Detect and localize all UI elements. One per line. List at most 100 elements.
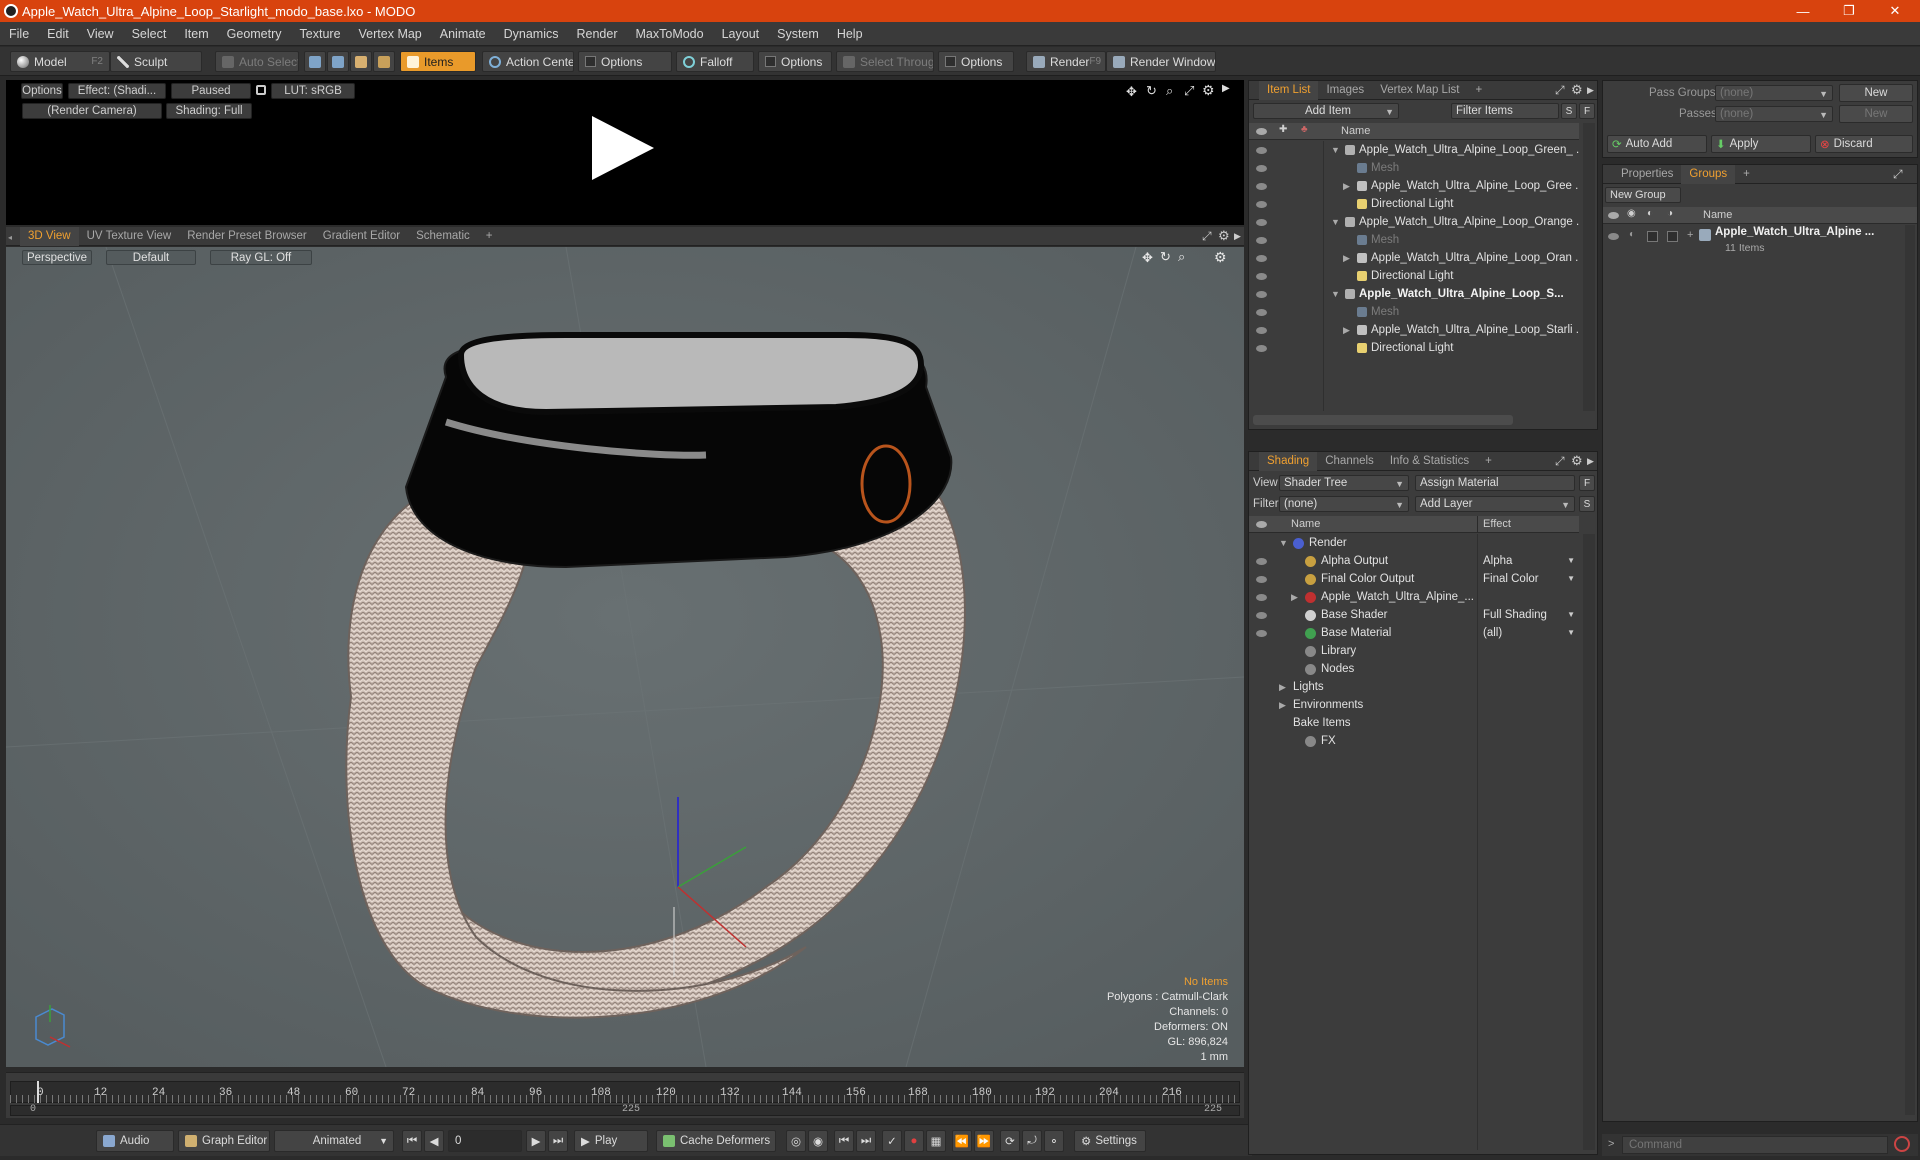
visibility-icon[interactable] — [1256, 165, 1267, 172]
shader-tree-row[interactable]: Library — [1249, 643, 1579, 661]
command-history-icon[interactable] — [1894, 1136, 1910, 1152]
key-tool-button[interactable]: ◎ — [786, 1130, 806, 1152]
shader-tree-row[interactable]: FX — [1249, 733, 1579, 751]
vp-gear-icon[interactable]: ⚙ — [1214, 249, 1227, 266]
visibility-icon[interactable] — [1256, 183, 1267, 190]
menu-layout[interactable]: Layout — [713, 27, 769, 41]
shader-tree-row[interactable]: ▶ Lights — [1249, 679, 1579, 697]
collapse-arrow-icon[interactable]: ▼ — [1279, 538, 1291, 548]
shader-tree-row[interactable]: Base Shader Full Shading ▼ — [1249, 607, 1579, 625]
visibility-icon[interactable] — [1256, 273, 1267, 280]
visibility-icon[interactable] — [1256, 291, 1267, 298]
effect-dropdown[interactable]: Effect: (Shadi... — [68, 83, 166, 99]
item-list-row[interactable]: Mesh — [1249, 160, 1579, 178]
effect-dropdown[interactable]: Final Color ▼ — [1483, 573, 1577, 585]
3d-viewport[interactable]: Perspective Default Ray GL: Off ✥ ↻ ⌕ ⚙ … — [6, 247, 1244, 1067]
vp-zoom-icon[interactable]: ⌕ — [1178, 249, 1185, 265]
key-auto-button[interactable]: ◉ — [808, 1130, 828, 1152]
audio-button[interactable]: Audio — [96, 1130, 174, 1152]
options-checkbox[interactable] — [585, 56, 596, 67]
falloff-options-button[interactable]: Options — [758, 51, 832, 72]
fit-icon[interactable]: ⤢ — [1184, 83, 1194, 99]
gear-icon[interactable]: ⚙ — [1202, 82, 1215, 99]
shader-tree-row[interactable]: Alpha Output Alpha ▼ — [1249, 553, 1579, 571]
shading-s-button[interactable]: S — [1579, 496, 1595, 512]
effect-dropdown[interactable]: Full Shading ▼ — [1483, 609, 1577, 621]
tab-uv-texture-view[interactable]: UV Texture View — [79, 227, 180, 246]
paused-toggle[interactable]: Paused — [171, 83, 251, 99]
prev-frame-button[interactable]: ◀ — [424, 1130, 444, 1152]
visibility-icon[interactable] — [1256, 327, 1267, 334]
groups-scrollbar[interactable] — [1905, 225, 1915, 1115]
search-s-button[interactable]: S — [1561, 103, 1577, 119]
add-layer-dropdown[interactable]: Add Layer ▼ — [1415, 496, 1575, 512]
select-through-options-button[interactable]: Options — [938, 51, 1014, 72]
maximize-panel-icon[interactable]: ⤢ — [1893, 167, 1903, 182]
panel-gear-icon[interactable]: ⚙ — [1571, 453, 1583, 469]
default-shading-dropdown[interactable]: Default — [106, 250, 196, 265]
passes-dropdown[interactable]: (none) ▼ — [1715, 106, 1833, 122]
menu-dynamics[interactable]: Dynamics — [495, 27, 568, 41]
maximize-panel-icon[interactable]: ⤢ — [1555, 83, 1565, 98]
visibility-icon[interactable] — [1256, 612, 1267, 619]
item-list-row[interactable]: ▼ Apple_Watch_Ultra_Alpine_Loop_Green_ ..… — [1249, 142, 1579, 160]
item-list-row[interactable]: Mesh — [1249, 304, 1579, 322]
new-pass-button[interactable]: New — [1839, 105, 1913, 123]
visibility-icon[interactable] — [1256, 219, 1267, 226]
tab-channels[interactable]: Channels — [1317, 452, 1382, 471]
collapse-arrow-icon[interactable]: ▼ — [1331, 145, 1343, 155]
menu-maxtomodo[interactable]: MaxToModo — [627, 27, 713, 41]
discard-button[interactable]: ⊗ Discard — [1815, 135, 1913, 153]
expand-arrow-icon[interactable]: ▶ — [1291, 592, 1303, 603]
visibility-icon[interactable] — [1256, 147, 1267, 154]
effect-dropdown[interactable]: (all) ▼ — [1483, 627, 1577, 639]
expand-arrow-icon[interactable]: ▶ — [1343, 325, 1355, 336]
menu-file[interactable]: File — [0, 27, 38, 41]
step-back-button[interactable]: ⏪ — [952, 1130, 972, 1152]
shader-tree-row[interactable]: Final Color Output Final Color ▼ — [1249, 571, 1579, 589]
tab-groups[interactable]: Groups — [1681, 164, 1736, 184]
effect-dropdown[interactable]: Alpha ▼ — [1483, 555, 1577, 567]
assign-material-button[interactable]: Assign Material — [1415, 475, 1575, 491]
vertices-mode-button[interactable] — [304, 51, 326, 72]
menu-geometry[interactable]: Geometry — [218, 27, 291, 41]
tab-vertex-map-list[interactable]: Vertex Map List — [1372, 81, 1467, 100]
group-row[interactable]: ◐ + Apple_Watch_Ultra_Alpine ... 11 Item… — [1603, 225, 1917, 259]
timeline[interactable]: 0 12 24 36 48 60 72 84 96 108 120 132 14… — [6, 1072, 1244, 1118]
loop-button[interactable]: ⟳ — [1000, 1130, 1020, 1152]
next-key-button[interactable]: ⏭ — [856, 1130, 876, 1152]
items-mode-button[interactable]: Items — [400, 51, 476, 72]
shader-tree-row[interactable]: ▼ Render — [1249, 535, 1579, 553]
render-button[interactable]: Render F9 — [1026, 51, 1106, 72]
auto-select-button[interactable]: Auto Select — [215, 51, 299, 72]
frame-input[interactable]: 0 — [448, 1130, 522, 1152]
menu-animate[interactable]: Animate — [431, 27, 495, 41]
lock-checkbox[interactable] — [1647, 231, 1658, 242]
visibility-icon[interactable] — [1608, 233, 1619, 240]
key-filter-button[interactable]: ▦ — [926, 1130, 946, 1152]
falloff-button[interactable]: Falloff — [676, 51, 754, 72]
visibility-icon[interactable] — [1256, 345, 1267, 352]
menu-item[interactable]: Item — [175, 27, 217, 41]
raygl-toggle[interactable]: Ray GL: Off — [210, 250, 312, 265]
menu-texture[interactable]: Texture — [291, 27, 350, 41]
item-list-row[interactable]: Mesh — [1249, 232, 1579, 250]
shader-tree-row[interactable]: Base Material (all) ▼ — [1249, 625, 1579, 643]
shader-tree-dropdown[interactable]: Shader Tree ▼ — [1279, 475, 1409, 491]
menu-vertex-map[interactable]: Vertex Map — [350, 27, 431, 41]
move-icon[interactable]: ✥ — [1126, 84, 1137, 100]
tab-gradient-editor[interactable]: Gradient Editor — [315, 227, 408, 246]
close-button[interactable]: ✕ — [1872, 0, 1918, 22]
add-tab-button[interactable]: + — [478, 227, 501, 246]
action-center-options-button[interactable]: Options — [578, 51, 672, 72]
render-options-button[interactable]: Options — [21, 83, 63, 99]
item-list-row[interactable]: Directional Light — [1249, 196, 1579, 214]
visibility-icon[interactable] — [1256, 576, 1267, 583]
search-f-button[interactable]: F — [1579, 103, 1595, 119]
cache-deformers-button[interactable]: Cache Deformers — [656, 1130, 776, 1152]
visibility-icon[interactable] — [1256, 594, 1267, 601]
shader-tree-row[interactable]: ▶ Apple_Watch_Ultra_Alpine_... — [1249, 589, 1579, 607]
graph-editor-button[interactable]: Graph Editor — [178, 1130, 270, 1152]
shading-dropdown[interactable]: Shading: Full — [166, 103, 252, 119]
menu-render[interactable]: Render — [568, 27, 627, 41]
